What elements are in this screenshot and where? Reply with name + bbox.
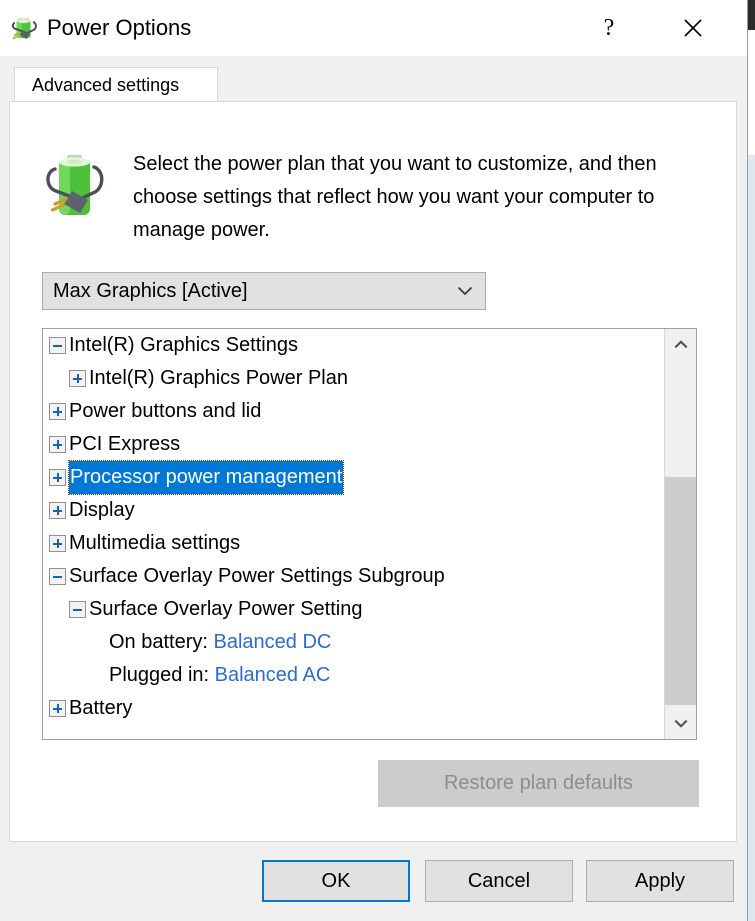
tree-item-label: Multimedia settings <box>69 532 241 554</box>
tree-item[interactable]: Battery <box>43 692 664 725</box>
tree-item[interactable]: Surface Overlay Power Setting <box>43 593 664 626</box>
expand-toggle[interactable] <box>49 700 66 717</box>
tab-label: Advanced settings <box>32 75 180 95</box>
power-plan-value: Max Graphics [Active] <box>53 279 248 302</box>
advanced-settings-tree: Intel(R) Graphics Settings Intel(R) Graph… <box>42 328 697 740</box>
tree-item[interactable]: Intel(R) Graphics Settings <box>43 329 664 362</box>
tree-item-highlight: Intel(R) Graphics Settings <box>69 329 298 362</box>
tree-item-highlight: Processor power management <box>67 460 345 495</box>
expand-toggle[interactable] <box>49 535 66 552</box>
tree-item-highlight: Intel(R) Graphics Power Plan <box>89 362 348 395</box>
tree-item-label: Intel(R) Graphics Power Plan <box>89 367 348 389</box>
window-title: Power Options <box>47 15 192 40</box>
tree-item-highlight: Power buttons and lid <box>69 395 261 428</box>
scroll-up-button[interactable] <box>665 329 696 360</box>
collapse-toggle[interactable] <box>69 601 86 618</box>
tree-item-label: Surface Overlay Power Settings Subgroup <box>69 565 445 587</box>
expand-toggle[interactable] <box>49 436 66 453</box>
tree-item-label: PCI Express <box>69 433 181 455</box>
scrollbar-thumb[interactable] <box>665 477 696 705</box>
tree-item[interactable]: Plugged in: Balanced AC <box>43 659 664 692</box>
close-icon <box>684 19 702 37</box>
help-icon: ? <box>603 15 615 41</box>
tree-item[interactable]: Intel(R) Graphics Power Plan <box>43 362 664 395</box>
apply-button[interactable]: Apply <box>586 860 734 902</box>
tree-item-label: On battery: Balanced DC <box>109 631 332 653</box>
power-options-dialog: Power Options ? Advanced settings Select… <box>0 0 748 921</box>
tree-item-highlight: On battery: Balanced DC <box>109 626 331 659</box>
tree-item-highlight: Plugged in: Balanced AC <box>109 659 330 692</box>
expand-toggle[interactable] <box>49 403 66 420</box>
expand-toggle[interactable] <box>49 502 66 519</box>
expand-toggle[interactable] <box>49 469 66 486</box>
tree-item-value[interactable]: Balanced AC <box>209 664 331 686</box>
tree-item[interactable]: Power buttons and lid <box>43 395 664 428</box>
tree-item[interactable]: On battery: Balanced DC <box>43 626 664 659</box>
tree-item-highlight: Battery <box>69 692 132 725</box>
chevron-down-icon <box>674 719 687 728</box>
chevron-down-icon <box>445 286 485 296</box>
collapse-toggle[interactable] <box>49 568 66 585</box>
tree-item[interactable]: PCI Express <box>43 428 664 461</box>
power-plan-select[interactable]: Max Graphics [Active] <box>42 272 486 310</box>
tree-item-label: Power buttons and lid <box>69 400 262 422</box>
dialog-description: Select the power plan that you want to c… <box>133 153 657 241</box>
restore-plan-defaults-button[interactable]: Restore plan defaults <box>378 760 699 807</box>
tree-item-highlight: Multimedia settings <box>69 527 240 560</box>
tree-scrollbar[interactable] <box>664 329 696 739</box>
cancel-button[interactable]: Cancel <box>425 860 573 902</box>
tree-item[interactable]: Surface Overlay Power Settings Subgroup <box>43 560 664 593</box>
battery-plug-icon <box>11 18 37 40</box>
tab-strip: Advanced settings <box>0 56 747 103</box>
title-bar: Power Options ? <box>0 0 747 56</box>
tree-item-label: Intel(R) Graphics Settings <box>69 334 298 356</box>
tree-item-label: Surface Overlay Power Setting <box>89 598 363 620</box>
help-button[interactable]: ? <box>581 0 637 56</box>
tree-item[interactable]: Multimedia settings <box>43 527 664 560</box>
background-window-sliver <box>748 0 755 921</box>
ok-button[interactable]: OK <box>262 860 410 902</box>
tree-item-label: Plugged in: Balanced AC <box>109 664 331 686</box>
tree-item-highlight: Display <box>69 494 135 527</box>
tree-item-label: Display <box>69 499 135 521</box>
collapse-toggle[interactable] <box>49 337 66 354</box>
tree-list: Intel(R) Graphics Settings Intel(R) Graph… <box>43 329 664 739</box>
expand-toggle[interactable] <box>69 370 86 387</box>
tree-item[interactable]: Display <box>43 494 664 527</box>
tree-item[interactable]: Processor power management <box>43 460 664 495</box>
chevron-up-icon <box>674 340 687 349</box>
scroll-down-button[interactable] <box>665 708 696 739</box>
close-button[interactable] <box>665 0 721 56</box>
tree-item-value[interactable]: Balanced DC <box>208 631 331 653</box>
tree-item-label: Battery <box>69 697 133 719</box>
battery-plug-large-icon <box>46 155 104 215</box>
tree-item-label: Processor power management <box>70 466 343 488</box>
tree-item-highlight: Surface Overlay Power Settings Subgroup <box>69 560 445 593</box>
tree-item-highlight: Surface Overlay Power Setting <box>89 593 362 626</box>
tab-advanced-settings[interactable]: Advanced settings <box>14 67 218 103</box>
tree-item-highlight: PCI Express <box>69 428 180 461</box>
